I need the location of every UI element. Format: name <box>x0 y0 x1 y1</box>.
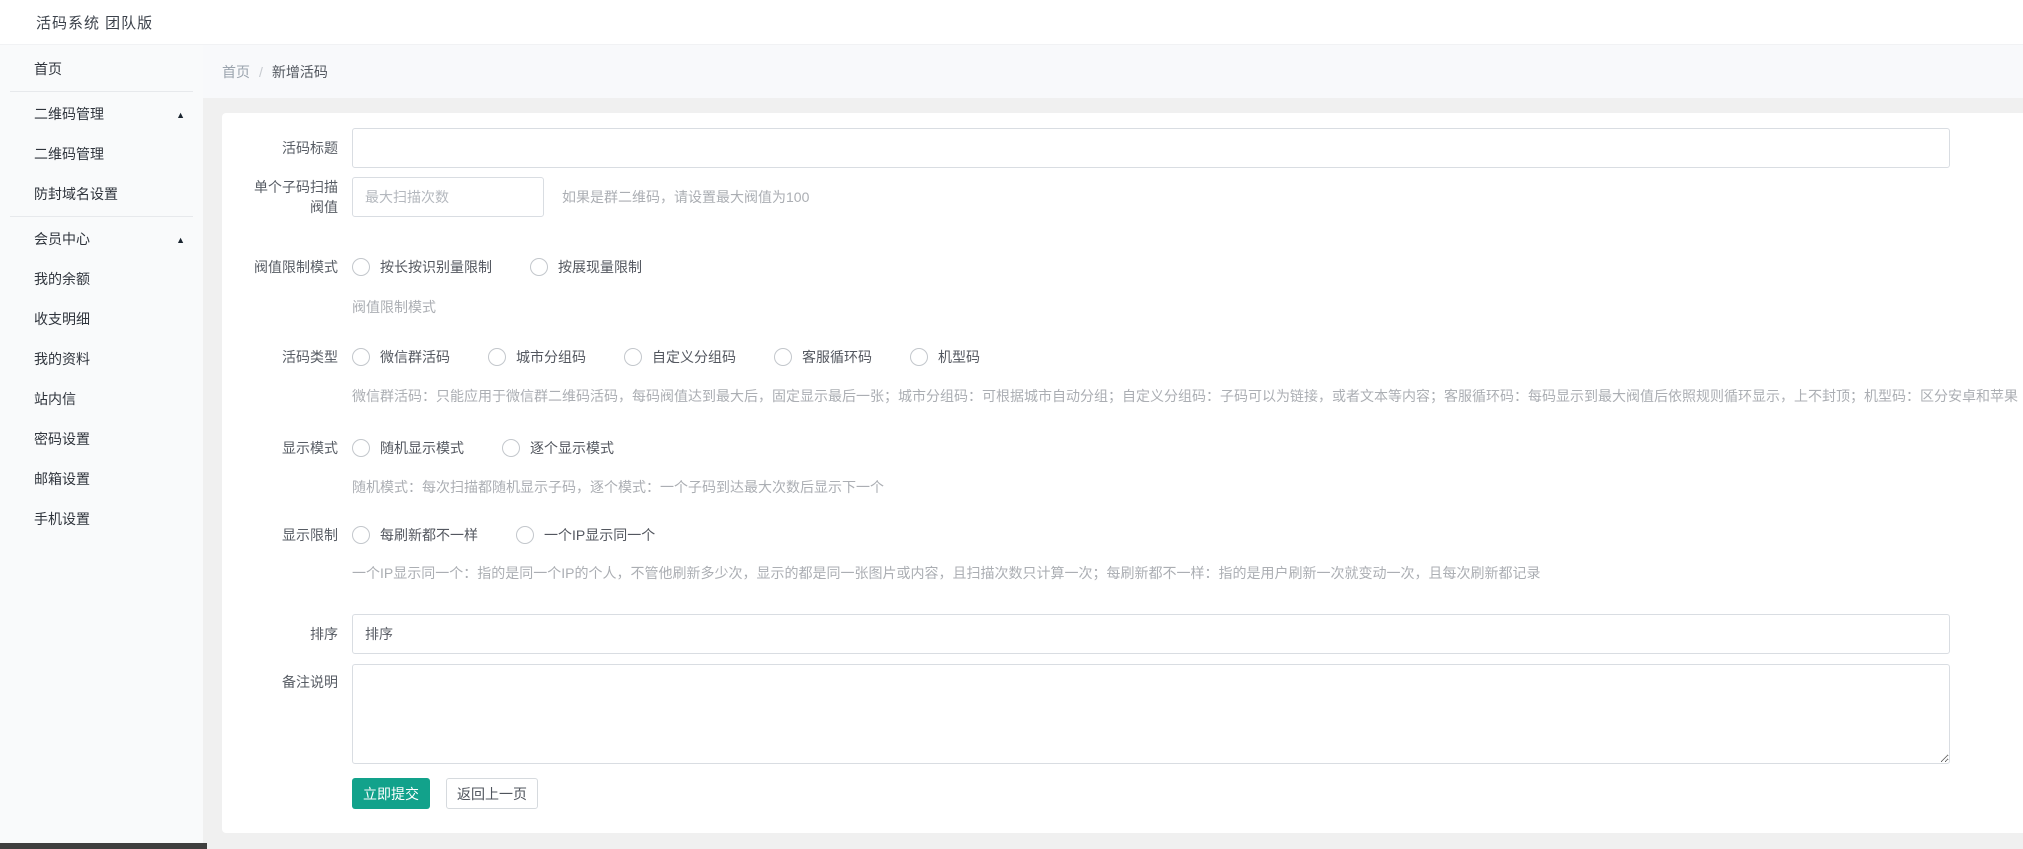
content-area: 活码标题 单个子码扫描阀值 如果是群二维码，请设置最大阀值为100 <box>203 98 2023 849</box>
sidebar-group-member-center[interactable]: 会员中心 ▲ <box>0 219 203 259</box>
breadcrumb-current: 新增活码 <box>272 62 328 82</box>
field-display-mode: 显示模式 随机显示模式 逐个显示模式 随机模式：每次扫 <box>248 439 2023 497</box>
main-area: 首页 / 新增活码 活码标题 单个子码扫描阀值 <box>203 45 2023 849</box>
sidebar-item-qrcode-management[interactable]: 二维码管理 <box>0 134 203 174</box>
radio-circle-icon <box>530 258 548 276</box>
remark-textarea[interactable] <box>352 664 1950 764</box>
sidebar-item-label: 首页 <box>34 61 62 77</box>
new-live-code-form-card: 活码标题 单个子码扫描阀值 如果是群二维码，请设置最大阀值为100 <box>222 113 2023 833</box>
radio-circle-icon <box>352 439 370 457</box>
sidebar-item-anti-block-domain[interactable]: 防封域名设置 <box>0 174 203 214</box>
radio-option-city-group-code[interactable]: 城市分组码 <box>488 347 586 367</box>
radio-option-service-loop-code[interactable]: 客服循环码 <box>774 347 872 367</box>
field-live-code-title: 活码标题 <box>248 128 2023 168</box>
radio-circle-icon <box>488 348 506 366</box>
radio-option-same-per-ip[interactable]: 一个IP显示同一个 <box>516 525 655 545</box>
sidebar-item-label: 站内信 <box>34 391 76 407</box>
display-limit-help: 一个IP显示同一个：指的是同一个IP的个人，不管他刷新多少次，显示的都是同一张图… <box>352 563 2023 583</box>
sidebar-item-password-settings[interactable]: 密码设置 <box>0 419 203 459</box>
threshold-limit-mode-label: 阀值限制模式 <box>248 258 338 276</box>
sidebar-item-label: 我的余额 <box>34 271 90 287</box>
radio-option-different-each-refresh[interactable]: 每刷新都不一样 <box>352 525 478 545</box>
live-code-title-label: 活码标题 <box>248 128 338 168</box>
sidebar-item-phone-settings[interactable]: 手机设置 <box>0 499 203 539</box>
radio-option-custom-group-code[interactable]: 自定义分组码 <box>624 347 736 367</box>
sidebar-group-label: 会员中心 <box>34 231 90 247</box>
field-sort: 排序 <box>248 614 2023 654</box>
horizontal-scrollbar-thumb[interactable] <box>0 843 207 849</box>
app-title: 活码系统 团队版 <box>36 12 153 33</box>
sidebar-divider <box>10 91 193 92</box>
field-threshold-limit-mode: 阀值限制模式 按长按识别量限制 按展现量限制 阀值限制 <box>248 258 2023 317</box>
scan-threshold-input[interactable] <box>352 177 544 217</box>
sidebar-item-label: 邮箱设置 <box>34 471 90 487</box>
sidebar-item-label: 手机设置 <box>34 511 90 527</box>
sidebar-divider <box>10 216 193 217</box>
sidebar: 首页 二维码管理 ▲ 二维码管理 防封域名设置 会员中心 ▲ 我的余额 收支明细… <box>0 45 203 849</box>
radio-option-device-type-code[interactable]: 机型码 <box>910 347 980 367</box>
chevron-up-icon: ▲ <box>176 220 185 260</box>
sidebar-item-my-balance[interactable]: 我的余额 <box>0 259 203 299</box>
form-actions: 立即提交 返回上一页 <box>352 778 2023 809</box>
radio-circle-icon <box>774 348 792 366</box>
field-display-limit: 显示限制 每刷新都不一样 一个IP显示同一个 一个IP <box>248 526 2023 583</box>
breadcrumb-home-link[interactable]: 首页 <box>222 62 250 82</box>
radio-circle-icon <box>352 348 370 366</box>
breadcrumb: 首页 / 新增活码 <box>203 45 2023 98</box>
remark-label: 备注说明 <box>248 664 338 764</box>
sidebar-item-email-settings[interactable]: 邮箱设置 <box>0 459 203 499</box>
radio-circle-icon <box>502 439 520 457</box>
threshold-limit-mode-help: 阀值限制模式 <box>352 297 2023 317</box>
sidebar-item-label: 二维码管理 <box>34 146 104 162</box>
field-scan-threshold: 单个子码扫描阀值 如果是群二维码，请设置最大阀值为100 <box>248 177 2023 217</box>
radio-option-random-display[interactable]: 随机显示模式 <box>352 438 464 458</box>
display-limit-label: 显示限制 <box>248 526 338 544</box>
sidebar-item-my-profile[interactable]: 我的资料 <box>0 339 203 379</box>
sort-label: 排序 <box>248 614 338 654</box>
radio-circle-icon <box>352 258 370 276</box>
radio-circle-icon <box>910 348 928 366</box>
sidebar-item-label: 密码设置 <box>34 431 90 447</box>
radio-option-long-press[interactable]: 按长按识别量限制 <box>352 257 492 277</box>
chevron-up-icon: ▲ <box>176 95 185 135</box>
scan-threshold-help: 如果是群二维码，请设置最大阀值为100 <box>562 177 809 217</box>
field-live-code-type: 活码类型 微信群活码 城市分组码 <box>248 348 2023 406</box>
radio-circle-icon <box>624 348 642 366</box>
sidebar-item-label: 防封域名设置 <box>34 186 118 202</box>
scan-threshold-label: 单个子码扫描阀值 <box>248 177 338 217</box>
radio-circle-icon <box>352 526 370 544</box>
radio-option-impression[interactable]: 按展现量限制 <box>530 257 642 277</box>
radio-option-wechat-group-code[interactable]: 微信群活码 <box>352 347 450 367</box>
back-button[interactable]: 返回上一页 <box>446 778 538 809</box>
sidebar-item-label: 收支明细 <box>34 311 90 327</box>
sidebar-group-qrcode-management[interactable]: 二维码管理 ▲ <box>0 94 203 134</box>
sidebar-item-home[interactable]: 首页 <box>0 49 203 89</box>
sort-input[interactable] <box>352 614 1950 654</box>
live-code-type-label: 活码类型 <box>248 348 338 366</box>
live-code-title-input[interactable] <box>352 128 1950 168</box>
field-remark: 备注说明 <box>248 664 2023 764</box>
display-mode-label: 显示模式 <box>248 439 338 457</box>
sidebar-item-site-message[interactable]: 站内信 <box>0 379 203 419</box>
sidebar-group-label: 二维码管理 <box>34 106 104 122</box>
sidebar-item-label: 我的资料 <box>34 351 90 367</box>
radio-option-sequential-display[interactable]: 逐个显示模式 <box>502 438 614 458</box>
submit-button[interactable]: 立即提交 <box>352 778 430 809</box>
sidebar-item-income-expense-detail[interactable]: 收支明细 <box>0 299 203 339</box>
breadcrumb-separator: / <box>259 64 263 80</box>
horizontal-scrollbar[interactable] <box>0 843 2023 849</box>
radio-circle-icon <box>516 526 534 544</box>
app-header: 活码系统 团队版 <box>0 0 2023 45</box>
live-code-type-help: 微信群活码：只能应用于微信群二维码活码，每码阀值达到最大后，固定显示最后一张；城… <box>352 386 2023 406</box>
display-mode-help: 随机模式：每次扫描都随机显示子码，逐个模式：一个子码到达最大次数后显示下一个 <box>352 477 2023 497</box>
